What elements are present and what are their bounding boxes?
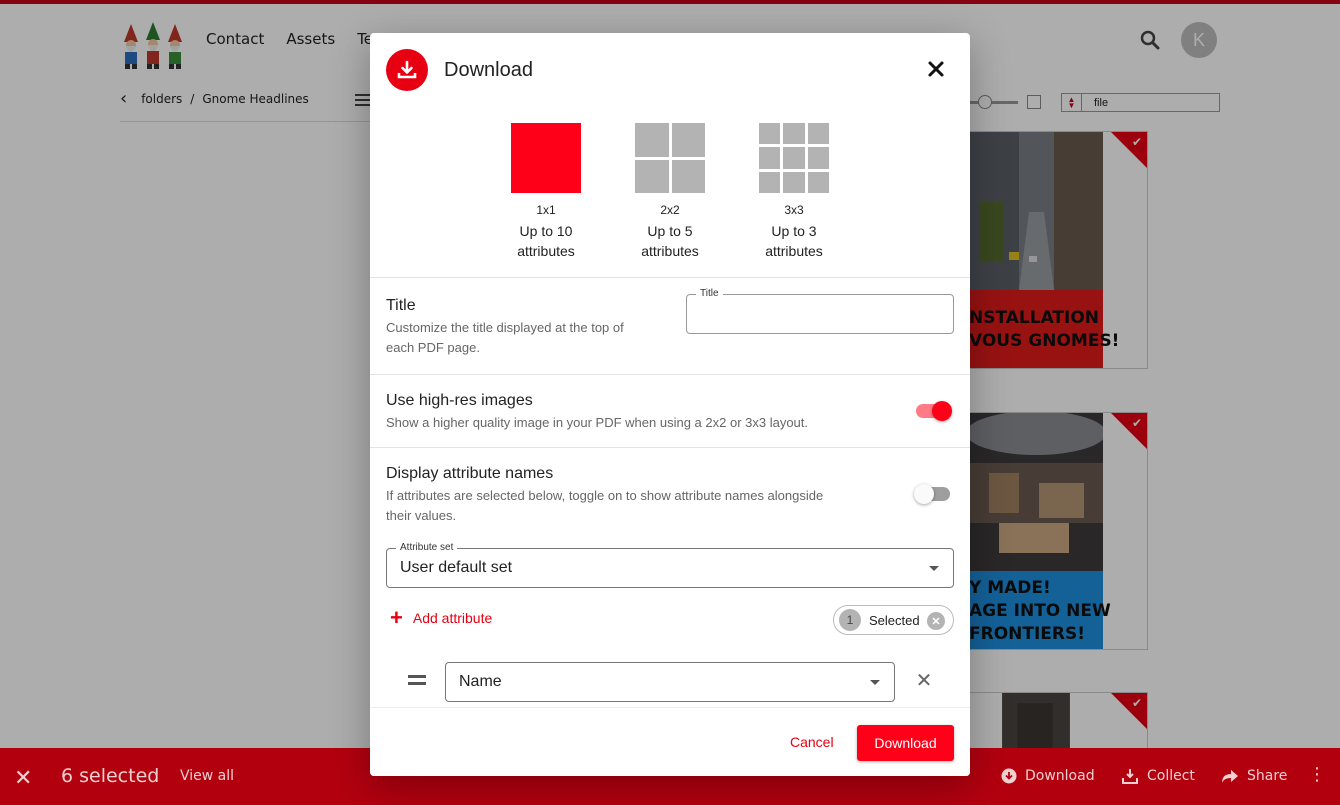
download-circle-icon bbox=[1001, 768, 1017, 784]
layout-option-2x2[interactable]: 2x2 Up to 5 attributes bbox=[620, 123, 720, 261]
layout-capacity: Up to 3 bbox=[771, 223, 817, 239]
layout-option-1x1[interactable]: 1x1 Up to 10 attributes bbox=[496, 123, 596, 261]
layout-tile bbox=[783, 123, 805, 145]
divider bbox=[370, 374, 970, 375]
dialog-footer: Cancel Download bbox=[370, 707, 970, 776]
remove-attribute-icon[interactable]: ✕ bbox=[914, 671, 934, 691]
bar-download-button[interactable]: Download bbox=[1001, 768, 1095, 784]
dropdown-caret-icon bbox=[870, 680, 880, 685]
layout-option-3x3[interactable]: 3x3 Up to 3 attributes bbox=[744, 123, 844, 261]
layout-capacity: Up to 5 bbox=[647, 223, 693, 239]
toggle-knob bbox=[914, 484, 934, 504]
view-all-link[interactable]: View all bbox=[180, 768, 234, 784]
dropdown-caret-icon bbox=[929, 566, 939, 571]
desc-line: If attributes are selected below, toggle… bbox=[386, 488, 824, 503]
download-icon bbox=[386, 49, 428, 91]
bar-share-button[interactable]: Share bbox=[1221, 768, 1287, 784]
attribute-select[interactable]: Name bbox=[445, 662, 895, 702]
bar-collect-button[interactable]: Collect bbox=[1121, 768, 1195, 784]
hires-heading: Use high-res images bbox=[386, 392, 533, 409]
selected-chip-label: Selected bbox=[869, 612, 920, 628]
download-button[interactable]: Download bbox=[857, 725, 954, 761]
attribute-set-value: User default set bbox=[400, 559, 513, 576]
layout-picker: 1x1 Up to 10 attributes 2x2 Up to 5 attrib… bbox=[370, 123, 970, 273]
layout-2x2-thumbnail bbox=[635, 123, 705, 193]
selected-count: 6 selected bbox=[61, 765, 160, 787]
selected-count-badge: 1 bbox=[839, 609, 861, 631]
add-attribute-button[interactable]: + Add attribute bbox=[390, 605, 493, 630]
divider bbox=[370, 277, 970, 278]
layout-tile bbox=[671, 123, 705, 157]
layout-tile bbox=[807, 171, 829, 193]
download-dialog: Download 1x1 Up to 10 attributes 2x2 Up t… bbox=[370, 33, 970, 776]
desc-line: each PDF page. bbox=[386, 340, 480, 355]
layout-1x1-thumbnail bbox=[511, 123, 581, 193]
attribute-set-select[interactable]: Attribute set User default set bbox=[386, 542, 954, 588]
title-section-desc: Customize the title displayed at the top… bbox=[386, 318, 624, 358]
layout-tile bbox=[759, 171, 781, 193]
layout-tile bbox=[759, 147, 781, 169]
dialog-title: Download bbox=[444, 59, 533, 81]
collect-tray-icon bbox=[1122, 769, 1138, 784]
layout-tile bbox=[783, 171, 805, 193]
title-section-heading: Title bbox=[386, 297, 416, 314]
layout-capacity-unit: attributes bbox=[641, 243, 699, 259]
clear-selection-icon[interactable]: ✕ bbox=[14, 766, 32, 791]
hires-desc: Show a higher quality image in your PDF … bbox=[386, 415, 809, 430]
title-field[interactable]: Title bbox=[686, 288, 954, 334]
layout-capacity-unit: attributes bbox=[517, 243, 575, 259]
attr-names-heading: Display attribute names bbox=[386, 465, 554, 482]
title-field-label: Title bbox=[696, 288, 723, 299]
attribute-names-toggle[interactable] bbox=[914, 484, 952, 504]
layout-tile bbox=[635, 159, 669, 193]
layout-tile bbox=[807, 123, 829, 145]
layout-tile bbox=[783, 147, 805, 169]
bar-collect-label: Collect bbox=[1147, 768, 1195, 784]
selected-chip[interactable]: 1 Selected ✕ bbox=[833, 605, 954, 635]
layout-label: 3x3 bbox=[784, 203, 804, 217]
layout-capacity-unit: attributes bbox=[765, 243, 823, 259]
bar-share-label: Share bbox=[1247, 768, 1288, 784]
cancel-button[interactable]: Cancel bbox=[790, 734, 834, 750]
dialog-header: Download bbox=[386, 49, 954, 91]
layout-label: 2x2 bbox=[660, 203, 680, 217]
layout-tile bbox=[807, 147, 829, 169]
bar-download-label: Download bbox=[1025, 768, 1095, 784]
close-icon[interactable] bbox=[924, 57, 948, 81]
drag-handle-icon[interactable] bbox=[408, 675, 426, 687]
layout-tile bbox=[635, 123, 669, 157]
attribute-set-label: Attribute set bbox=[396, 542, 458, 553]
share-arrow-icon bbox=[1222, 770, 1238, 783]
hires-toggle[interactable] bbox=[914, 401, 952, 421]
layout-tile bbox=[759, 123, 781, 145]
attribute-value: Name bbox=[459, 673, 502, 690]
add-attribute-label: Add attribute bbox=[412, 610, 493, 626]
more-options-icon[interactable]: ⋮ bbox=[1308, 764, 1326, 785]
layout-label: 1x1 bbox=[536, 203, 556, 217]
toggle-knob bbox=[932, 401, 952, 421]
plus-icon: + bbox=[390, 605, 403, 630]
desc-line: Customize the title displayed at the top… bbox=[386, 320, 624, 335]
layout-tile bbox=[671, 159, 705, 193]
attr-names-desc: If attributes are selected below, toggle… bbox=[386, 486, 823, 526]
title-input[interactable] bbox=[697, 305, 945, 325]
desc-line: their values. bbox=[386, 508, 457, 523]
layout-tile bbox=[511, 123, 581, 193]
divider bbox=[370, 447, 970, 448]
layout-3x3-thumbnail bbox=[759, 123, 829, 193]
clear-chip-icon[interactable]: ✕ bbox=[927, 612, 945, 630]
layout-capacity: Up to 10 bbox=[519, 223, 573, 239]
